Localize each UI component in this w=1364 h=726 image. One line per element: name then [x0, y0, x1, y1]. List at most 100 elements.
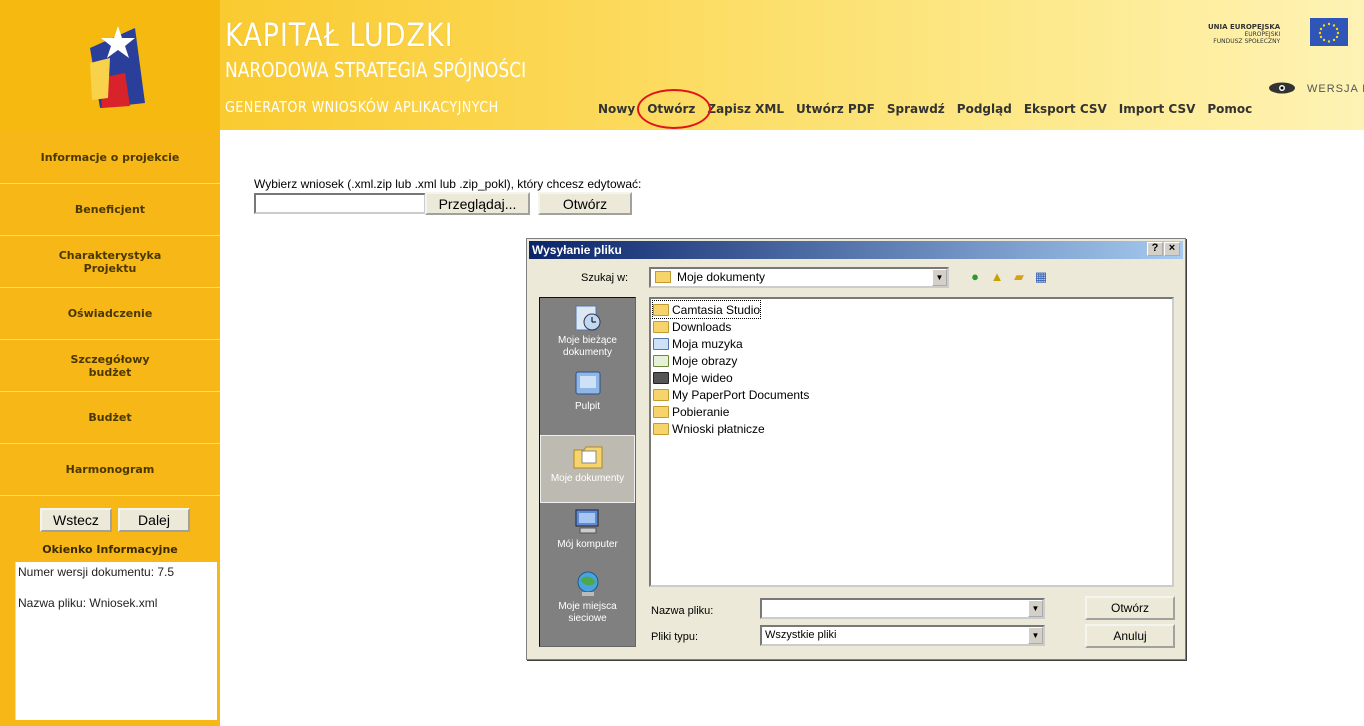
menu-import-csv[interactable]: Import CSV: [1119, 102, 1196, 116]
file-path-input[interactable]: [254, 193, 426, 214]
folder-icon: [653, 320, 669, 333]
list-item[interactable]: Camtasia Studio: [651, 300, 762, 319]
place-my-computer[interactable]: Mój komputer: [540, 508, 635, 551]
program-logo-icon: [90, 26, 145, 108]
info-filename: Nazwa pliku: Wniosek.xml: [18, 596, 158, 610]
file-name: Pobieranie: [672, 404, 730, 419]
chevron-down-icon[interactable]: ▼: [932, 269, 947, 286]
dialog-title: Wysyłanie pliku: [532, 243, 622, 257]
menu-utworz-pdf[interactable]: Utwórz PDF: [796, 102, 875, 116]
menu-zapisz-xml[interactable]: Zapisz XML: [707, 102, 784, 116]
filetype-label: Pliki typu:: [651, 631, 699, 643]
filetype-select[interactable]: Wszystkie pliki ▼: [760, 625, 1045, 646]
list-item[interactable]: Moja muzyka: [653, 335, 743, 352]
brand-title: KAPITAŁ LUDZKI: [225, 16, 454, 54]
next-button[interactable]: Dalej: [118, 508, 190, 532]
select-file-prompt: Wybierz wniosek (.xml.zip lub .xml lub .…: [254, 177, 642, 191]
file-name: Moje wideo: [672, 370, 733, 385]
dialog-cancel-button[interactable]: Anuluj: [1085, 624, 1175, 648]
eye-icon[interactable]: [1268, 82, 1296, 94]
sidebar-item-charakterystyka[interactable]: Charakterystyka Projektu: [0, 236, 220, 288]
view-menu-icon[interactable]: ▦: [1033, 269, 1049, 285]
generator-title: GENERATOR WNIOSKÓW APLIKACYJNYCH: [225, 98, 499, 116]
chevron-down-icon[interactable]: ▼: [1028, 627, 1043, 644]
folder-icon: [653, 422, 669, 435]
file-name: Moja muzyka: [672, 336, 743, 351]
info-panel-title: Okienko Informacyjne: [42, 543, 178, 556]
menu-sprawdz[interactable]: Sprawdź: [887, 102, 945, 116]
dialog-titlebar: Wysyłanie pliku: [529, 241, 1183, 259]
video-folder-icon: [653, 371, 669, 384]
menu-podglad[interactable]: Podgląd: [957, 102, 1012, 116]
file-list: Camtasia Studio Downloads Moja muzyka Mo…: [649, 297, 1174, 587]
list-item[interactable]: Moje wideo: [653, 369, 733, 386]
highlight-circle: [637, 89, 711, 129]
sidebar: Informacje o projekcie Beneficjent Chara…: [0, 130, 220, 726]
desktop-icon: [575, 371, 600, 395]
open-button[interactable]: Otwórz: [538, 192, 632, 215]
logo-area: [0, 0, 220, 130]
folder-icon: [655, 271, 671, 283]
sidebar-item-beneficjent[interactable]: Beneficjent: [0, 184, 220, 236]
filename-input[interactable]: ▼: [760, 598, 1045, 619]
file-name: My PaperPort Documents: [672, 387, 810, 402]
up-folder-icon[interactable]: ▲: [989, 269, 1005, 285]
menu-pomoc[interactable]: Pomoc: [1207, 102, 1252, 116]
place-desktop[interactable]: Pulpit: [540, 370, 635, 413]
back-icon[interactable]: ●: [967, 269, 983, 285]
list-item[interactable]: My PaperPort Documents: [653, 386, 809, 403]
help-button[interactable]: ?: [1147, 242, 1163, 256]
place-recent-label: Moje bieżące dokumenty: [558, 335, 617, 358]
sidebar-item-oswiadczenie[interactable]: Oświadczenie: [0, 288, 220, 340]
music-folder-icon: [653, 337, 669, 350]
place-network-label: Moje miejsca sieciowe: [558, 601, 617, 624]
menu-nowy[interactable]: Nowy: [598, 102, 635, 116]
file-name: Wnioski płatnicze: [672, 421, 765, 436]
list-item[interactable]: Downloads: [653, 318, 731, 335]
place-my-documents-label: Moje dokumenty: [550, 473, 625, 484]
info-panel: Numer wersji dokumentu: 7.5 Nazwa pliku:…: [15, 562, 217, 720]
sidebar-item-szczegolowy-budzet[interactable]: Szczegółowy budżet: [0, 340, 220, 392]
menu-eksport-csv[interactable]: Eksport CSV: [1024, 102, 1107, 116]
sidebar-item-harmonogram[interactable]: Harmonogram: [0, 444, 220, 496]
brand-subtitle: NARODOWA STRATEGIA SPÓJNOŚCI: [225, 58, 527, 82]
chevron-down-icon[interactable]: ▼: [1028, 600, 1043, 617]
file-name: Moje obrazy: [672, 353, 738, 368]
look-in-select[interactable]: Moje dokumenty ▼: [649, 267, 949, 288]
place-my-computer-label: Mój komputer: [557, 539, 618, 550]
place-my-documents[interactable]: Moje dokumenty: [540, 435, 635, 503]
close-button[interactable]: ×: [1164, 242, 1180, 256]
info-version: Numer wersji dokumentu: 7.5: [18, 565, 175, 579]
place-recent[interactable]: Moje bieżące dokumenty: [540, 304, 635, 359]
list-item[interactable]: Pobieranie: [653, 403, 729, 420]
look-in-value: Moje dokumenty: [677, 270, 766, 284]
list-item[interactable]: Moje obrazy: [653, 352, 737, 369]
folder-icon: [653, 303, 669, 316]
folder-icon: [653, 388, 669, 401]
my-computer-icon: [575, 509, 598, 534]
eu-line3: FUNDUSZ SPOŁECZNY: [1213, 38, 1281, 45]
file-upload-dialog: Wysyłanie pliku ? × Szukaj w: Moje dokum…: [526, 238, 1186, 660]
new-folder-icon[interactable]: ▰: [1011, 269, 1027, 285]
pictures-folder-icon: [653, 354, 669, 367]
eu-line2: EUROPEJSKI: [1244, 31, 1281, 38]
eu-flag-icon: [1310, 18, 1348, 46]
sidebar-item-budzet[interactable]: Budżet: [0, 392, 220, 444]
place-network[interactable]: Moje miejsca sieciowe: [540, 570, 635, 625]
folder-icon: [653, 405, 669, 418]
list-item[interactable]: Wnioski płatnicze: [653, 420, 765, 437]
dialog-open-button[interactable]: Otwórz: [1085, 596, 1175, 620]
eu-label: UNIA EUROPEJSKA EUROPEJSKI FUNDUSZ SPOŁE…: [1208, 24, 1281, 46]
filetype-value: Wszystkie pliki: [765, 629, 837, 641]
browse-button[interactable]: Przeglądaj...: [425, 192, 530, 215]
network-places-icon: [577, 571, 598, 596]
file-name: Downloads: [672, 319, 732, 334]
look-in-label: Szukaj w:: [581, 272, 629, 284]
my-documents-icon: [573, 446, 602, 469]
version-link[interactable]: WERSJA D: [1307, 83, 1364, 95]
sidebar-item-informacje[interactable]: Informacje o projekcie: [0, 132, 220, 184]
file-name: Camtasia Studio: [672, 302, 761, 317]
dialog-toolbar: ● ▲ ▰ ▦: [967, 269, 1049, 285]
back-button[interactable]: Wstecz: [40, 508, 112, 532]
header-banner: KAPITAŁ LUDZKI NARODOWA STRATEGIA SPÓJNO…: [0, 0, 1364, 130]
